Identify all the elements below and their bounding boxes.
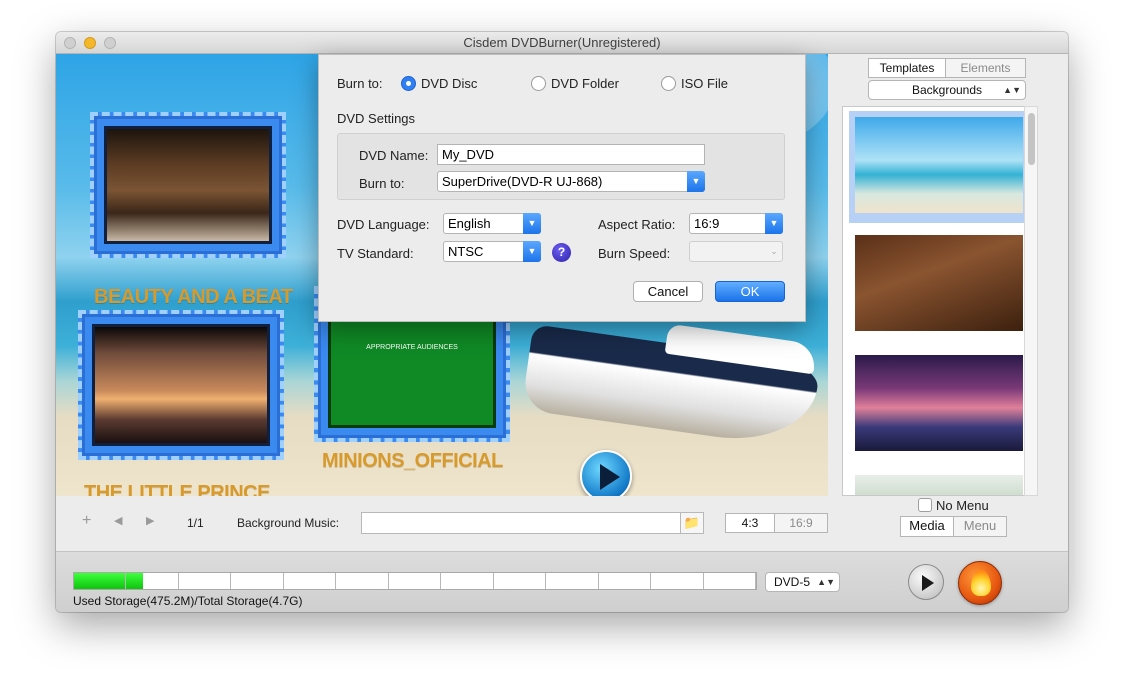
storage-cell <box>441 573 494 589</box>
rating-card-text: APPROPRIATE AUDIENCES <box>366 344 458 351</box>
status-bar: Used Storage(475.2M)/Total Storage(4.7G)… <box>56 552 1068 612</box>
storage-text: Used Storage(475.2M)/Total Storage(4.7G) <box>73 594 303 608</box>
radio-dvd-folder-label[interactable]: DVD Folder <box>551 76 619 91</box>
storage-cell <box>336 573 389 589</box>
aspect-ratio-label: Aspect Ratio: <box>598 217 676 232</box>
tab-templates[interactable]: Templates <box>868 58 946 78</box>
title-thumbnail-1 <box>104 126 272 244</box>
title-caption-3[interactable]: MINIONS_OFFICIAL <box>322 450 503 473</box>
title-caption-2[interactable]: THE LITTLE PRINCE <box>84 482 270 496</box>
burn-device-label: Burn to: <box>359 176 405 191</box>
disc-type-value: DVD-5 <box>774 575 811 589</box>
help-icon[interactable]: ? <box>552 243 571 262</box>
aspect-ratio-value: 16:9 <box>694 216 720 231</box>
no-menu-checkbox[interactable] <box>918 498 932 512</box>
storage-progress-bar <box>73 572 757 590</box>
chevron-down-icon: ⌄ <box>770 246 778 256</box>
burn-device-value: SuperDrive(DVD-R UJ-868) <box>442 174 603 189</box>
tab-menu[interactable]: Menu <box>953 516 1007 537</box>
page-indicator: 1/1 <box>187 516 204 530</box>
stepper-arrows-icon: ▲▼ <box>817 577 835 587</box>
background-thumb-wood[interactable] <box>855 235 1023 331</box>
thumbnail-scrollbar[interactable] <box>1024 106 1038 496</box>
title-stamp-2[interactable] <box>78 310 284 460</box>
tv-standard-label: TV Standard: <box>337 246 414 261</box>
zoom-window-button[interactable] <box>104 37 116 49</box>
template-panel: Templates Elements Backgrounds ▲▼ <box>828 54 1068 496</box>
background-thumb-garden[interactable] <box>855 475 1023 495</box>
storage-cell <box>599 573 652 589</box>
burn-device-select[interactable]: SuperDrive(DVD-R UJ-868) ▼ <box>437 171 705 192</box>
ok-button[interactable]: OK <box>715 281 785 302</box>
storage-cell <box>546 573 599 589</box>
storage-cell <box>494 573 547 589</box>
disc-type-select[interactable]: DVD-5 ▲▼ <box>765 572 840 592</box>
tv-standard-select[interactable]: NTSC ▼ <box>443 241 541 262</box>
tv-standard-value: NTSC <box>448 244 484 259</box>
next-page-icon[interactable]: ▶ <box>146 514 154 527</box>
storage-cell <box>704 573 756 589</box>
chevron-down-icon: ▼ <box>523 241 541 262</box>
storage-cell <box>179 573 232 589</box>
radio-dvd-disc-label[interactable]: DVD Disc <box>421 76 477 91</box>
minimize-window-button[interactable] <box>84 37 96 49</box>
storage-cell <box>231 573 284 589</box>
stepper-arrows-icon: ▲▼ <box>1003 85 1021 95</box>
radio-dvd-disc[interactable] <box>401 76 416 91</box>
background-music-input[interactable] <box>361 512 703 534</box>
dvd-name-input[interactable] <box>437 144 705 165</box>
radio-iso-file[interactable] <box>661 76 676 91</box>
bottom-toolbar: + ◀ ▶ 1/1 Background Music: 📁 4:3 16:9 N… <box>56 496 1068 552</box>
burn-settings-dialog: Burn to: DVD Disc DVD Folder ISO File DV… <box>318 54 806 322</box>
storage-cell <box>284 573 337 589</box>
aspect-4-3-button[interactable]: 4:3 <box>725 513 775 533</box>
dvd-settings-heading: DVD Settings <box>337 111 416 126</box>
template-category-value: Backgrounds <box>911 83 983 97</box>
storage-cell <box>126 573 179 589</box>
burn-speed-label: Burn Speed: <box>598 246 671 261</box>
background-thumbnail-list[interactable] <box>842 106 1036 496</box>
chevron-down-icon: ▼ <box>687 171 705 192</box>
title-bar: Cisdem DVDBurner(Unregistered) <box>56 32 1068 54</box>
storage-cell <box>651 573 704 589</box>
burn-button[interactable] <box>958 561 1002 605</box>
title-stamp-1[interactable] <box>90 112 286 258</box>
burn-to-label: Burn to: <box>337 76 383 91</box>
prev-page-icon[interactable]: ◀ <box>114 514 122 527</box>
menu-play-button[interactable] <box>580 450 632 496</box>
chevron-down-icon: ▼ <box>765 213 783 234</box>
tab-media[interactable]: Media <box>900 516 954 537</box>
template-category-select[interactable]: Backgrounds ▲▼ <box>868 80 1026 100</box>
chevron-down-icon: ▼ <box>523 213 541 234</box>
radio-iso-file-label[interactable]: ISO File <box>681 76 728 91</box>
aspect-ratio-select[interactable]: 16:9 ▼ <box>689 213 783 234</box>
background-music-label: Background Music: <box>237 516 340 530</box>
dvd-language-label: DVD Language: <box>337 217 430 232</box>
window-title: Cisdem DVDBurner(Unregistered) <box>463 35 661 50</box>
title-thumbnail-2 <box>92 324 270 446</box>
play-icon[interactable] <box>908 564 944 600</box>
storage-cell <box>74 573 127 589</box>
scrollbar-thumb[interactable] <box>1028 113 1035 165</box>
folder-icon[interactable]: 📁 <box>680 512 704 534</box>
tab-elements[interactable]: Elements <box>945 58 1026 78</box>
add-icon[interactable]: + <box>82 512 91 530</box>
beach-image <box>855 117 1023 213</box>
dvd-name-label: DVD Name: <box>359 148 429 163</box>
no-menu-label[interactable]: No Menu <box>936 498 989 513</box>
app-window: Cisdem DVDBurner(Unregistered) APPROPRIA… <box>56 32 1068 612</box>
close-window-button[interactable] <box>64 37 76 49</box>
cancel-button[interactable]: Cancel <box>633 281 703 302</box>
background-thumb-sunset[interactable] <box>855 355 1023 451</box>
storage-cell <box>389 573 442 589</box>
flame-icon <box>971 570 991 596</box>
title-caption-1[interactable]: BEAUTY AND A BEAT <box>94 286 293 309</box>
dvd-language-value: English <box>448 216 491 231</box>
dvd-language-select[interactable]: English ▼ <box>443 213 541 234</box>
radio-dvd-folder[interactable] <box>531 76 546 91</box>
background-thumb-beach[interactable] <box>849 111 1029 223</box>
aspect-16-9-button[interactable]: 16:9 <box>774 513 828 533</box>
burn-speed-select[interactable]: ⌄ <box>689 241 783 262</box>
